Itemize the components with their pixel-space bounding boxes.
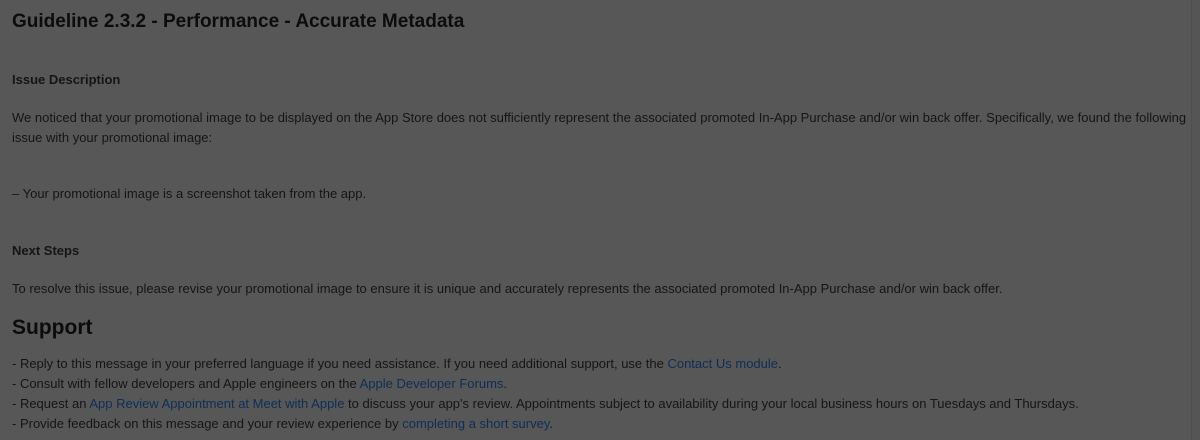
- issue-bullet: – Your promotional image is a screenshot…: [12, 186, 367, 201]
- support-item-text: .: [549, 416, 554, 431]
- issue-description-text: We noticed that your promotional image t…: [12, 110, 1187, 145]
- support-item-text: .: [503, 376, 508, 391]
- support-item-reply: - Reply to this message in your preferre…: [12, 354, 1079, 374]
- support-item-text: - Request an: [12, 396, 90, 411]
- short-survey-link[interactable]: completing a short survey: [402, 416, 549, 431]
- support-title: Support: [12, 316, 93, 339]
- support-item-feedback: - Provide feedback on this message and y…: [12, 414, 1079, 434]
- next-steps-heading: Next Steps: [12, 243, 80, 258]
- guideline-title: Guideline 2.3.2 - Performance - Accurate…: [12, 11, 465, 32]
- issue-description-heading: Issue Description: [12, 72, 121, 87]
- support-item-text: - Provide feedback on this message and y…: [12, 416, 403, 431]
- support-item-appointment: - Request an App Review Appointment at M…: [12, 394, 1079, 414]
- contact-us-link[interactable]: Contact Us module: [667, 356, 778, 371]
- support-item-forums: - Consult with fellow developers and App…: [12, 374, 1079, 394]
- support-list: - Reply to this message in your preferre…: [12, 354, 1079, 434]
- support-item-text: .: [778, 356, 782, 371]
- next-steps-text: To resolve this issue, please revise you…: [12, 281, 1003, 296]
- developer-forums-link[interactable]: Apple Developer Forums: [360, 376, 504, 391]
- support-item-text: - Consult with fellow developers and App…: [12, 376, 360, 391]
- support-item-text: to discuss your app's review. Appointmen…: [344, 396, 1079, 411]
- scrollbar-track[interactable]: [1191, 0, 1200, 440]
- review-appointment-link[interactable]: App Review Appointment at Meet with Appl…: [89, 396, 344, 411]
- support-item-text: - Reply to this message in your preferre…: [12, 356, 668, 371]
